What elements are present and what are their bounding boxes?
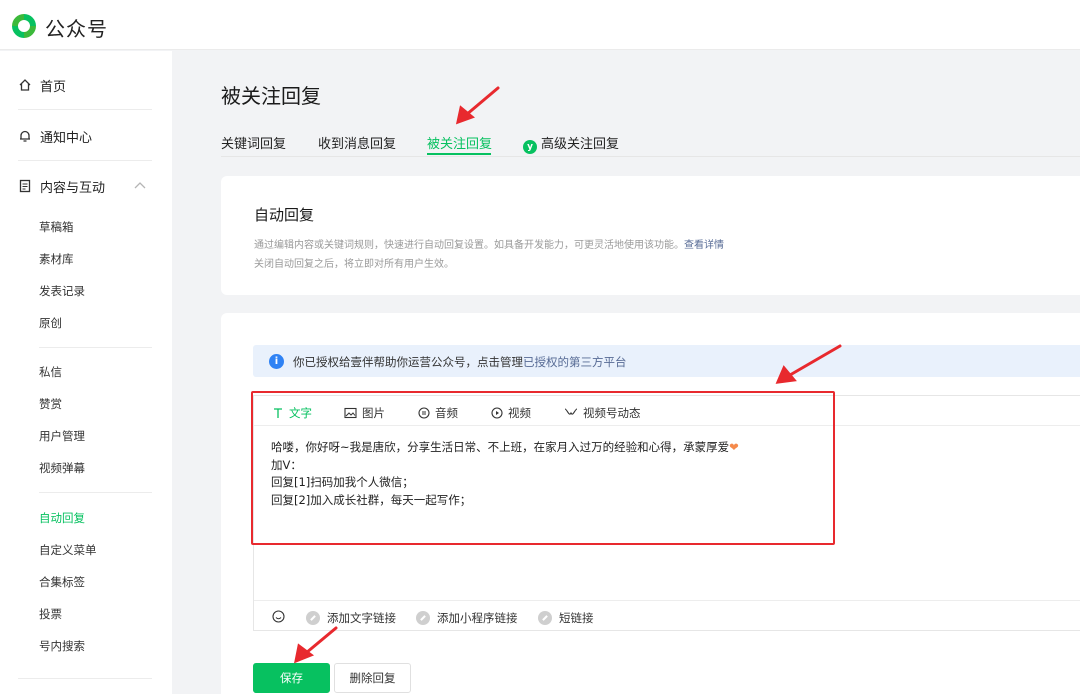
page-title: 被关注回复 (221, 84, 321, 108)
short-link-button[interactable]: 短链接 (538, 610, 594, 626)
divider (18, 678, 152, 679)
type-tab-audio[interactable]: 音频 (418, 405, 458, 421)
footer-link-label: 添加文字链接 (327, 611, 396, 625)
type-tab-label: 文字 (289, 406, 312, 420)
tab-label: 高级关注回复 (541, 137, 620, 152)
add-text-link-button[interactable]: 添加文字链接 (306, 610, 396, 626)
add-miniprogram-link-button[interactable]: 添加小程序链接 (416, 610, 518, 626)
sidebar-item-auto-reply[interactable]: 自动回复 (39, 510, 85, 526)
reply-text-content[interactable]: 哈喽，你好呀~我是唐欣，分享生活日常、不上班，在家月入过万的经验和心得，承蒙厚爱… (271, 439, 739, 509)
intro-description: 通过编辑内容或关键词规则，快速进行自动回复设置。如具备开发能力，可更灵活地使用该… (254, 236, 724, 251)
save-button[interactable]: 保存 (253, 663, 330, 693)
active-tab-indicator (427, 153, 491, 155)
view-details-link[interactable]: 查看详情 (684, 240, 724, 251)
sidebar-item-materials[interactable]: 素材库 (39, 251, 74, 267)
content-line-text: 哈喽，你好呀~我是唐欣，分享生活日常、不上班，在家月入过万的经验和心得，承蒙厚爱 (271, 440, 730, 454)
tab-follow-reply[interactable]: 被关注回复 (427, 133, 492, 152)
footer-link-label: 添加小程序链接 (437, 611, 518, 625)
sidebar-item-in-account-search[interactable]: 号内搜索 (39, 638, 85, 654)
reply-editor-card: i 你已授权给壹伴帮助你运营公众号，点击管理已授权的第三方平台 文字 图片 音频… (221, 313, 1080, 694)
type-tab-image[interactable]: 图片 (344, 405, 385, 421)
sidebar-item-custom-menu[interactable]: 自定义菜单 (39, 542, 97, 558)
delete-reply-button[interactable]: 删除回复 (334, 663, 411, 693)
type-tab-text[interactable]: 文字 (272, 405, 312, 421)
wechat-official-logo-icon[interactable] (10, 12, 38, 40)
content-line: 加V： (271, 457, 302, 472)
content-line: 哈喽，你好呀~我是唐欣，分享生活日常、不上班，在家月入过万的经验和心得，承蒙厚爱… (271, 439, 739, 457)
tab-keyword-reply[interactable]: 关键词回复 (221, 133, 286, 152)
document-icon (19, 179, 31, 193)
home-icon (19, 79, 31, 91)
intro-note: 关闭自动回复之后，将立即对所有用户生效。 (254, 259, 454, 270)
message-type-bar: 文字 图片 音频 视频 视频号动态 (254, 396, 1080, 426)
tab-bar: 关键词回复 收到消息回复 被关注回复 y 高级关注回复 (221, 133, 1080, 157)
info-icon: i (269, 354, 284, 369)
authorization-notice: i 你已授权给壹伴帮助你运营公众号，点击管理已授权的第三方平台 (253, 345, 1080, 377)
tab-message-reply[interactable]: 收到消息回复 (318, 133, 396, 152)
sidebar-item-vote[interactable]: 投票 (39, 606, 62, 622)
sidebar-item-rewards[interactable]: 赞赏 (39, 396, 62, 412)
divider (18, 109, 152, 110)
channels-icon (564, 408, 578, 415)
image-icon (344, 407, 357, 419)
sidebar-item-messages[interactable]: 私信 (39, 364, 62, 380)
content-line: 回复[1]扫码加我个人微信； (271, 475, 414, 489)
third-party-link[interactable]: 已授权的第三方平台 (523, 355, 627, 369)
sidebar-group-content[interactable]: 内容与互动 (18, 174, 105, 198)
intro-desc-text: 通过编辑内容或关键词规则，快速进行自动回复设置。如具备开发能力，可更灵活地使用该… (254, 240, 684, 251)
editor-footer: 添加文字链接 添加小程序链接 短链接 (254, 600, 1080, 632)
annotation-arrow (464, 86, 500, 117)
type-tab-label: 视频 (508, 406, 531, 420)
footer-link-label: 短链接 (559, 611, 594, 625)
sidebar-item-label: 内容与互动 (40, 180, 106, 196)
sidebar-item-label: 首页 (40, 79, 67, 95)
type-tab-label: 音频 (435, 406, 458, 420)
sidebar-item-notifications[interactable]: 通知中心 (18, 124, 92, 148)
audio-icon (418, 407, 430, 419)
play-icon (491, 407, 503, 419)
divider (18, 160, 152, 161)
text-icon (274, 408, 282, 418)
content-line: 回复[2]加入成长社群，每天一起写作； (271, 492, 472, 507)
type-tab-video[interactable]: 视频 (491, 405, 531, 421)
type-tab-label: 图片 (362, 406, 385, 420)
sidebar-item-original[interactable]: 原创 (39, 315, 62, 331)
heart-emoji: ❤ (729, 440, 739, 454)
intro-title: 自动回复 (254, 206, 315, 224)
brand-name[interactable]: 公众号 (45, 13, 108, 42)
sidebar-item-drafts[interactable]: 草稿箱 (39, 219, 74, 235)
reply-editor: 文字 图片 音频 视频 视频号动态 哈喽，你好呀~我是唐欣，分享生活日常、不上班… (253, 395, 1080, 631)
sidebar-item-label: 通知中心 (40, 130, 93, 146)
bell-icon (20, 130, 30, 142)
emoji-icon[interactable] (272, 610, 285, 623)
sidebar-item-users[interactable]: 用户管理 (39, 428, 85, 444)
sidebar-item-home[interactable]: 首页 (18, 73, 66, 97)
link-icon (306, 611, 320, 625)
link-icon (538, 611, 552, 625)
top-bar: 公众号 (0, 0, 1080, 50)
type-tab-label: 视频号动态 (583, 406, 641, 420)
sidebar-item-collection-tags[interactable]: 合集标签 (39, 574, 85, 590)
type-tab-channels[interactable]: 视频号动态 (564, 405, 641, 421)
divider (39, 492, 152, 493)
annotation-arrow-head (455, 105, 476, 125)
sidebar-item-video-danmaku[interactable]: 视频弹幕 (39, 460, 85, 476)
notice-text: 你已授权给壹伴帮助你运营公众号，点击管理已授权的第三方平台 (293, 354, 627, 370)
link-icon (416, 611, 430, 625)
yiban-badge-icon: y (523, 140, 537, 154)
sidebar: 首页 通知中心 内容与互动 草稿箱 素材库 发表记录 原创 私信 赞赏 用户管理… (0, 51, 172, 694)
tab-advanced-follow-reply[interactable]: y 高级关注回复 (523, 133, 619, 154)
intro-card: 自动回复 通过编辑内容或关键词规则，快速进行自动回复设置。如具备开发能力，可更灵… (221, 176, 1080, 295)
sidebar-item-publish-history[interactable]: 发表记录 (39, 283, 85, 299)
chevron-up-icon[interactable] (134, 181, 146, 189)
notice-message: 你已授权给壹伴帮助你运营公众号，点击管理 (293, 355, 523, 369)
divider (39, 347, 152, 348)
